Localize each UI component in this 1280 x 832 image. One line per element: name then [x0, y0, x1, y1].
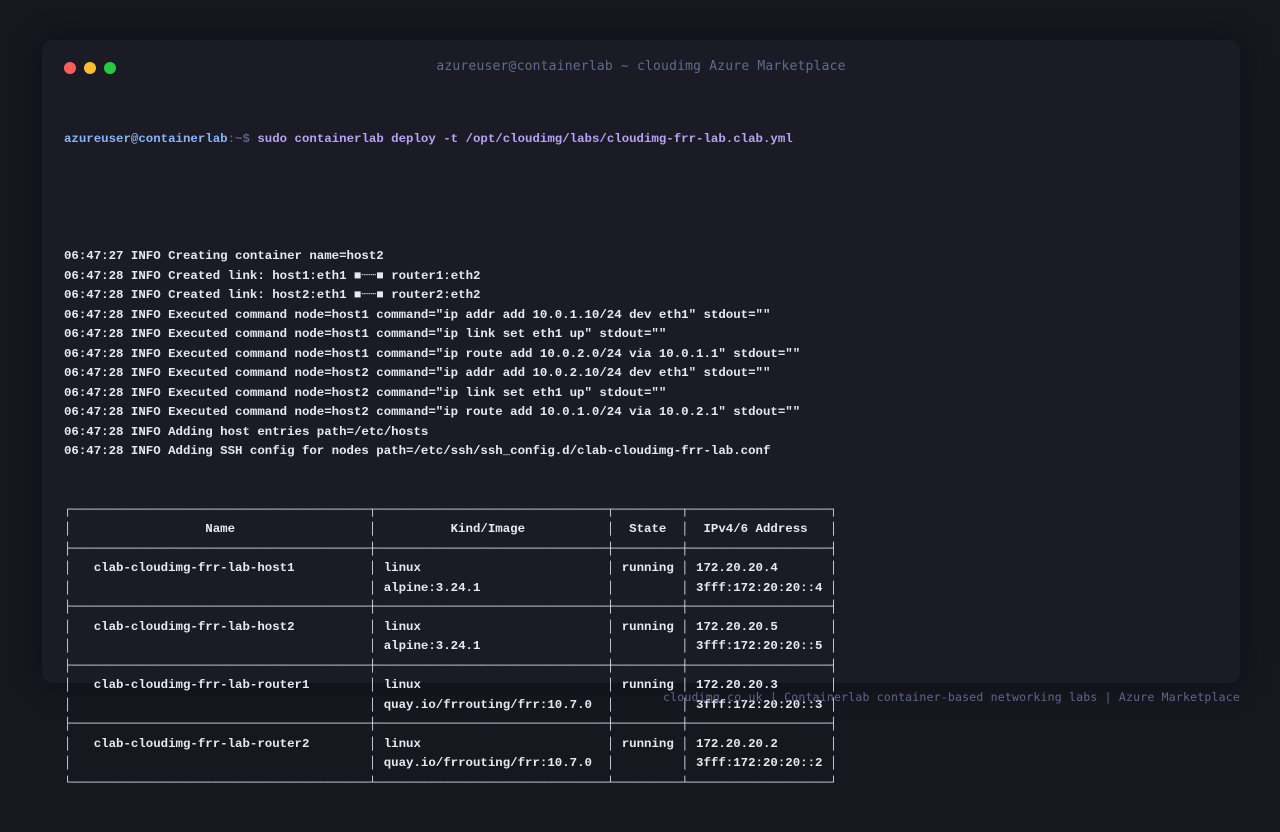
prompt-line: azureuser@containerlab:~$ sudo container…: [64, 130, 837, 150]
footer-text: cloudimg.co.uk | Containerlab container-…: [662, 690, 1240, 704]
log-line: 06:47:27 INFO Creating container name=ho…: [64, 249, 384, 263]
table-cell: 172.20.20.2: [688, 736, 830, 751]
log-line: 06:47:28 INFO Created link: host1:eth1 ■…: [64, 268, 481, 283]
table-bottom-border: └───────────────────────────────────────…: [64, 775, 838, 790]
log-line: 06:47:28 INFO Adding SSH config for node…: [64, 444, 771, 458]
table-cell: [71, 581, 368, 595]
table-cell: clab-cloudimg-frr-lab-host1: [71, 561, 369, 575]
log-line: 06:47:28 INFO Executed command node=host…: [64, 307, 771, 322]
table-separator: ├───────────────────────────────────────…: [64, 541, 838, 556]
log-line: 06:47:28 INFO Executed command node=host…: [64, 327, 667, 341]
table-cell: [614, 639, 681, 653]
table-cell: linux: [376, 736, 607, 751]
table-cell: clab-cloudimg-frr-lab-router1: [71, 678, 369, 692]
node-table: ┌───────────────────────────────────────…: [64, 501, 837, 794]
table-cell: 3fff:172:20:20::4: [688, 580, 830, 595]
table-cell: 3fff:172:20:20::2: [688, 756, 830, 770]
table-cell: alpine:3.24.1: [376, 580, 607, 595]
table-cell: running: [614, 561, 682, 575]
window-title: azureuser@containerlab ~ cloudimg Azure …: [436, 59, 846, 74]
table-cell: [71, 698, 368, 712]
log-output: 06:47:27 INFO Creating container name=ho…: [64, 247, 837, 462]
table-cell: running: [614, 619, 682, 634]
table-cell: 172.20.20.5: [688, 619, 830, 634]
log-line: 06:47:28 INFO Executed command node=host…: [64, 405, 801, 419]
table-cell: clab-cloudimg-frr-lab-host2: [71, 619, 369, 634]
table-row: │ clab-cloudimg-frr-lab-host1 │ linux │ …: [64, 561, 838, 575]
log-line: 06:47:28 INFO Executed command node=host…: [64, 346, 801, 361]
table-top-border: ┌───────────────────────────────────────…: [64, 502, 838, 517]
table-separator: ├───────────────────────────────────────…: [64, 658, 838, 673]
log-line: 06:47:28 INFO Created link: host2:eth1 ■…: [64, 288, 481, 302]
table-cell: clab-cloudimg-frr-lab-router2: [71, 736, 369, 751]
log-line: 06:47:28 INFO Executed command node=host…: [64, 366, 771, 380]
table-cell: linux: [376, 619, 607, 634]
table-cell: 3fff:172:20:20::5: [688, 639, 830, 653]
table-header-cell: IPv4/6 Address: [688, 522, 830, 536]
table-cell: quay.io/frrouting/frr:10.7.0: [376, 697, 607, 712]
table-row: │ clab-cloudimg-frr-lab-host2 │ linux │ …: [64, 619, 838, 634]
table-row: │ │ alpine:3.24.1 │ │ 3fff:172:20:20::5 …: [64, 639, 838, 653]
terminal-window: azureuser@containerlab ~ cloudimg Azure …: [42, 40, 1240, 790]
table-row: │ │ alpine:3.24.1 │ │ 3fff:172:20:20::4 …: [64, 580, 838, 595]
table-row: │ clab-cloudimg-frr-lab-router2 │ linux …: [64, 736, 838, 751]
log-line: 06:47:28 INFO Adding host entries path=/…: [64, 424, 429, 439]
table-cell: 172.20.20.4: [688, 561, 830, 575]
prompt-command: sudo containerlab deploy -t /opt/cloudim…: [257, 132, 793, 146]
table-row: │ │ quay.io/frrouting/frr:10.7.0 │ │ 3ff…: [64, 756, 838, 770]
table-header-cell: Name: [71, 522, 369, 536]
table-cell: running: [614, 736, 682, 751]
table-header-cell: State: [614, 522, 682, 536]
table-cell: alpine:3.24.1: [376, 639, 607, 653]
table-cell: [71, 639, 368, 653]
table-cell: linux: [376, 561, 607, 575]
log-line: 06:47:28 INFO Executed command node=host…: [64, 385, 667, 400]
table-cell: quay.io/frrouting/frr:10.7.0: [376, 756, 607, 770]
prompt-user-host: azureuser@containerlab: [64, 132, 228, 146]
table-separator: ├───────────────────────────────────────…: [64, 717, 838, 731]
table-cell: [614, 756, 681, 770]
table-cell: [614, 581, 681, 595]
terminal-output[interactable]: azureuser@containerlab:~$ sudo container…: [64, 91, 837, 832]
table-header-row: │ Name │ Kind/Image │ State │ IPv4/6 Add…: [64, 522, 838, 536]
title-bar: azureuser@containerlab ~ cloudimg Azure …: [42, 40, 1240, 96]
table-separator: ├───────────────────────────────────────…: [64, 600, 838, 614]
prompt-path: :~$: [227, 132, 250, 146]
table-header-cell: Kind/Image: [376, 522, 607, 536]
table-cell: [71, 756, 368, 770]
table-cell: linux: [376, 678, 607, 692]
